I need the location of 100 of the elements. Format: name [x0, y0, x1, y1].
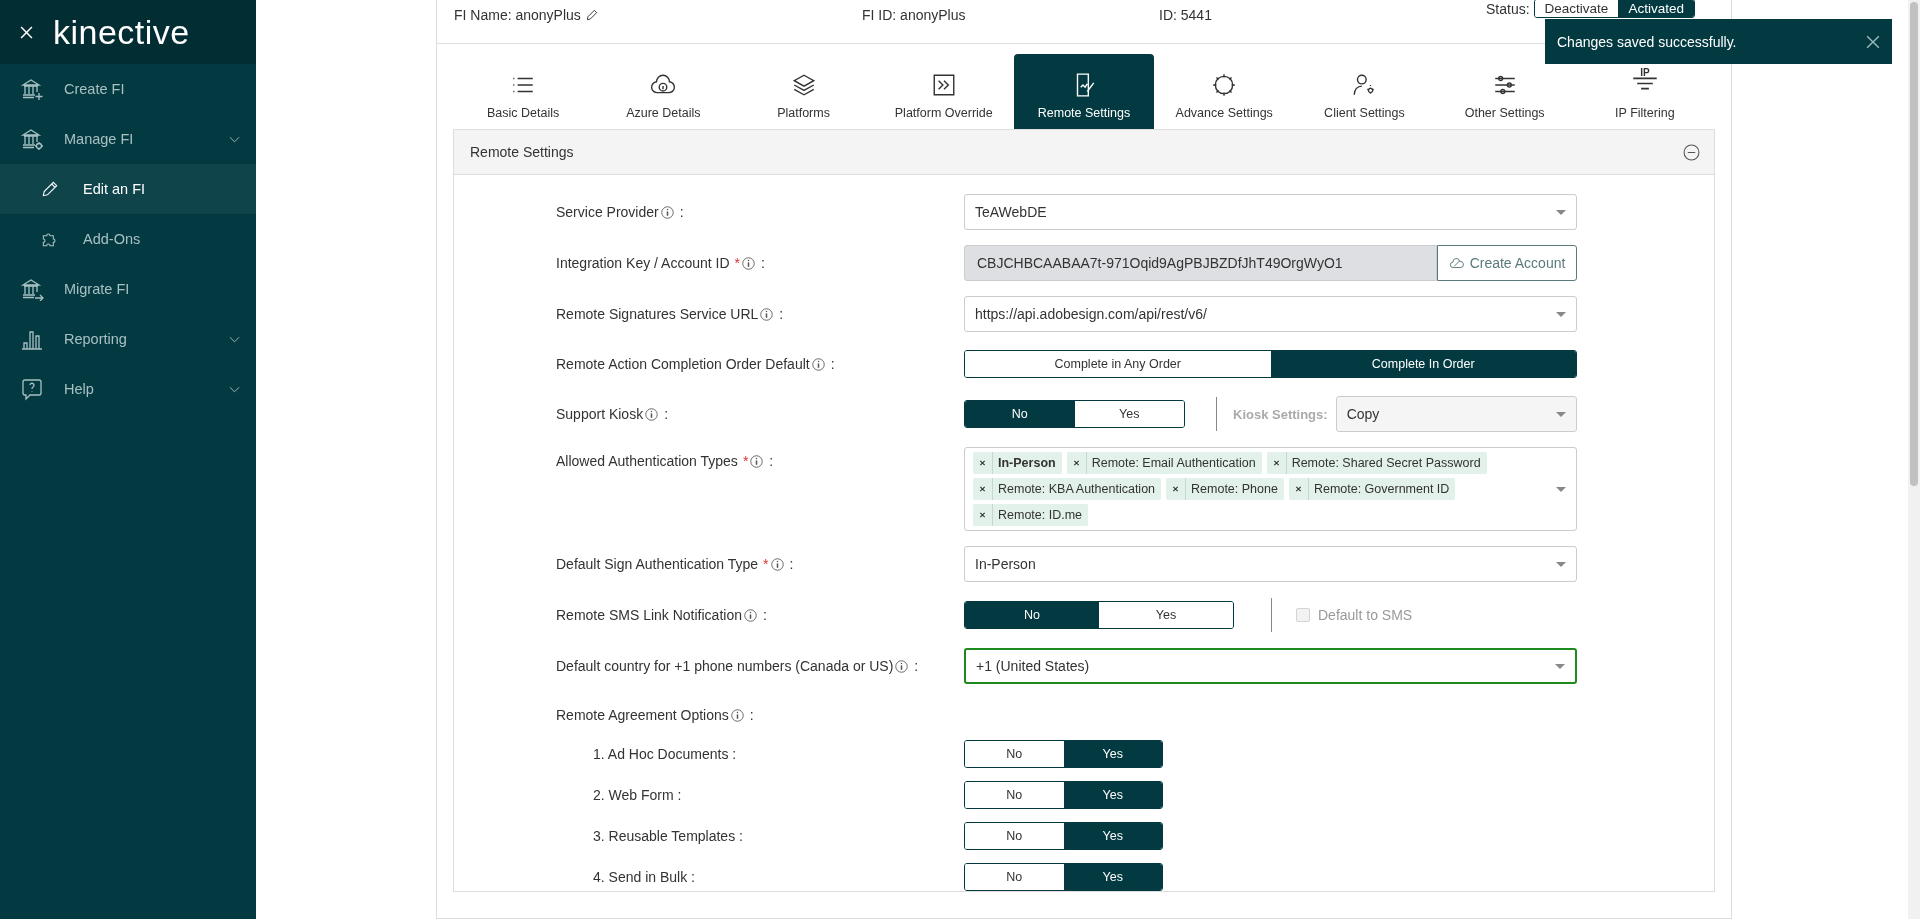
field-label: Service Provider: [556, 204, 659, 220]
field-label: Remote SMS Link Notification: [556, 607, 742, 623]
nav-label: Migrate FI: [64, 281, 130, 297]
label-colon: :: [914, 658, 919, 674]
tag-label: In-Person: [997, 456, 1057, 470]
scrollbar[interactable]: [1908, 0, 1920, 919]
tag-label: Remote: KBA Authentication: [997, 482, 1157, 496]
input-field[interactable]: CBJCHBCAABAA7t-971Oqid9AgPBJBZDfJhT49OrgWyO1: [964, 245, 1437, 281]
toggle-option[interactable]: Yes: [1063, 864, 1162, 890]
field-label: 1. Ad Hoc Documents :: [593, 746, 737, 762]
nav-label: Reporting: [64, 331, 127, 347]
tag-label: Remote: ID.me: [997, 508, 1084, 522]
nav-item[interactable]: Reporting: [0, 314, 256, 364]
filter-icon: [1631, 77, 1658, 90]
label-colon: :: [749, 707, 754, 723]
caret-icon: [1555, 663, 1565, 669]
tag-label: Remote: Government ID: [1312, 482, 1451, 496]
field-label: Remote Signatures Service URL: [556, 306, 759, 322]
nav-label: Manage FI: [64, 131, 134, 147]
select-field[interactable]: https://api.adobesign.com/api/rest/v6/: [964, 296, 1577, 332]
info-icon[interactable]: [730, 708, 744, 722]
nav-item[interactable]: Help: [0, 364, 256, 414]
close-icon[interactable]: [1866, 34, 1880, 49]
section-title: Remote Settings: [470, 144, 574, 160]
tag-field[interactable]: In-Person Remote: Email Authentication Remote: Shared Secret Password Remote: KBA Authentication Remote: Phone Remote: Government ID Remote: ID.me: [964, 447, 1577, 531]
caret-icon: [1556, 311, 1566, 317]
info-icon[interactable]: [645, 407, 659, 421]
nav-label: Create FI: [64, 81, 125, 97]
gear-icon: [1211, 72, 1238, 98]
info-icon[interactable]: [895, 659, 909, 673]
required-mark: *: [734, 255, 740, 271]
select-field[interactable]: TeAWebDE: [964, 194, 1577, 230]
label-colon: :: [769, 453, 774, 469]
caret-icon: [1555, 411, 1566, 417]
info-icon[interactable]: [750, 454, 764, 468]
tab[interactable]: Remote Settings: [1013, 54, 1155, 129]
field-label: Integration Key / Account ID: [556, 255, 730, 271]
label-colon: :: [830, 356, 835, 372]
label-colon: :: [761, 255, 765, 271]
label-colon: :: [664, 406, 669, 422]
info-icon[interactable]: [811, 357, 825, 371]
field-label: Default country for +1 phone numbers (Canada or US): [556, 658, 894, 674]
select-field[interactable]: +1 (United States): [964, 648, 1577, 684]
nav-item[interactable]: Manage FI: [0, 114, 256, 164]
pencil-icon[interactable]: [584, 8, 599, 22]
field-label: Remote Agreement Options: [556, 707, 729, 723]
collapse-icon[interactable]: [1683, 143, 1700, 161]
label-colon: :: [789, 556, 794, 572]
field-label: 3. Reusable Templates :: [593, 828, 743, 844]
section-header[interactable]: Remote Settings: [454, 130, 1714, 175]
caret-icon: [1556, 561, 1566, 567]
fi-id: FI ID: anonyPlus: [862, 7, 966, 23]
nav-item[interactable]: Create FI: [0, 64, 256, 114]
field-label: 2. Web Form :: [593, 787, 682, 803]
nav-item[interactable]: Edit an FI: [0, 164, 256, 214]
info-icon[interactable]: [660, 205, 674, 219]
field-label: Allowed Authentication Types: [556, 453, 738, 469]
status-option[interactable]: Activated: [1618, 0, 1694, 17]
kiosk-settings-label: Kiosk Settings:: [1233, 406, 1328, 422]
bank-icon: [20, 77, 44, 101]
info-icon[interactable]: [770, 557, 784, 571]
layers-icon: [790, 72, 817, 98]
info-icon[interactable]: [760, 307, 774, 321]
tag-label: Remote: Shared Secret Password: [1290, 456, 1482, 470]
cloud-icon: [1448, 257, 1465, 269]
chevron-icon: [229, 385, 240, 393]
label-colon: :: [779, 306, 784, 322]
record-id: ID: 5441: [1159, 7, 1212, 23]
select-field[interactable]: In-Person: [964, 546, 1577, 582]
toggle-option[interactable]: Yes: [1063, 823, 1162, 849]
bank-icon: [20, 277, 44, 301]
toggle-option[interactable]: Yes: [1063, 782, 1162, 808]
field-label: Support Kiosk: [556, 406, 644, 422]
pencil-icon: [40, 179, 60, 199]
toggle-option[interactable]: Complete In Order: [1270, 351, 1576, 377]
nav-label: Help: [64, 381, 94, 397]
nav-item[interactable]: Add-Ons: [0, 214, 256, 264]
nav-label: Edit an FI: [83, 181, 146, 197]
checkbox-label: Default to SMS: [1318, 607, 1413, 623]
info-icon[interactable]: [743, 608, 757, 622]
field-label: Default Sign Authentication Type: [556, 556, 759, 572]
toggle-option[interactable]: No: [965, 602, 1099, 628]
nav-label: Add-Ons: [83, 231, 141, 247]
create-account-button[interactable]: Create Account: [1437, 245, 1577, 281]
toast-message: Changes saved successfully.: [1557, 33, 1737, 50]
help-icon: [20, 377, 44, 401]
field-label: 4. Send in Bulk :: [593, 869, 695, 885]
status-label: Status:: [1486, 0, 1530, 17]
caret-icon: [1556, 486, 1566, 492]
toggle-option[interactable]: Yes: [1063, 741, 1162, 767]
fi-name: FI Name: anonyPlus: [454, 7, 581, 23]
info-icon[interactable]: [742, 256, 755, 270]
label-colon: :: [762, 607, 767, 623]
required-mark: *: [742, 453, 749, 469]
nav-item[interactable]: Migrate FI: [0, 264, 256, 314]
chevron-icon: [229, 335, 240, 343]
caret-icon: [1556, 209, 1566, 215]
toggle-option[interactable]: No: [965, 401, 1075, 427]
required-mark: *: [763, 556, 769, 572]
tag-label: Remote: Email Authentication: [1090, 456, 1257, 470]
